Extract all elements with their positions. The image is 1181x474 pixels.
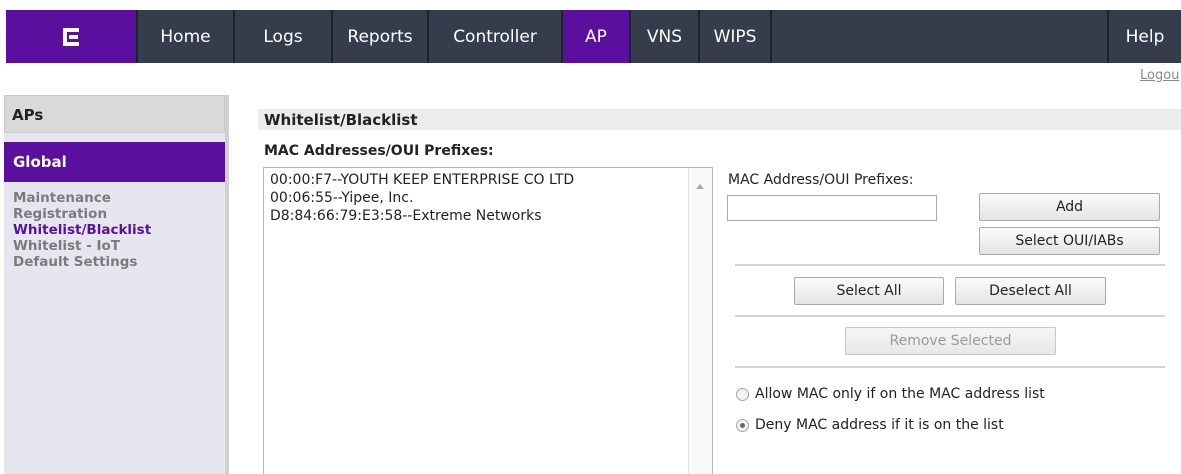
tab-wips[interactable]: WIPS [700,10,772,63]
divider [735,315,1165,317]
top-nav-bar: Home Logs Reports Controller AP VNS WIPS… [6,10,1181,63]
tab-home[interactable]: Home [138,10,235,63]
deny-mac-label: Deny MAC address if it is on the list [755,417,1004,433]
list-item[interactable]: 00:06:55--Yipee, Inc. [270,189,712,207]
sidebar-item-maintenance[interactable]: Maintenance [13,190,225,206]
tab-reports[interactable]: Reports [333,10,429,63]
sidebar-header: APs [4,95,225,133]
tab-ap[interactable]: AP [563,10,631,63]
list-item[interactable]: 00:00:F7--YOUTH KEEP ENTERPRISE CO LTD [270,171,712,189]
allow-mac-label: Allow MAC only if on the MAC address lis… [755,386,1045,402]
deny-mac-radio[interactable] [736,418,749,432]
divider [735,264,1165,266]
sidebar-section-global[interactable]: Global [4,142,225,182]
tab-controller[interactable]: Controller [429,10,563,63]
page-title: Whitelist/Blacklist [258,109,1181,130]
extreme-logo-icon [63,27,79,46]
select-all-button[interactable]: Select All [794,277,944,305]
mac-input-label: MAC Address/OUI Prefixes: [728,172,914,188]
allow-mac-option[interactable]: Allow MAC only if on the MAC address lis… [736,386,1045,402]
deselect-all-button[interactable]: Deselect All [955,277,1106,305]
sidebar-item-whitelist-iot[interactable]: Whitelist - IoT [13,238,225,254]
logout-link[interactable]: Logou [1140,68,1179,83]
list-scrollbar[interactable] [688,168,712,474]
sidebar-item-whitelist-blacklist[interactable]: Whitelist/Blacklist [13,222,225,238]
tab-logs[interactable]: Logs [235,10,333,63]
scroll-up-arrow-icon[interactable] [696,184,704,189]
sidebar: APs Global Maintenance Registration Whit… [4,95,229,474]
mac-address-list[interactable]: 00:00:F7--YOUTH KEEP ENTERPRISE CO LTD 0… [263,167,713,474]
divider [735,366,1165,368]
sidebar-links: Maintenance Registration Whitelist/Black… [4,182,225,270]
add-button[interactable]: Add [979,193,1160,221]
nav-spacer [772,10,1109,63]
sidebar-item-default-settings[interactable]: Default Settings [13,254,225,270]
mac-list-entries: 00:00:F7--YOUTH KEEP ENTERPRISE CO LTD 0… [264,168,712,225]
deny-mac-option[interactable]: Deny MAC address if it is on the list [736,417,1004,433]
extreme-logo[interactable] [6,10,138,63]
sidebar-item-registration[interactable]: Registration [13,206,225,222]
list-item[interactable]: D8:84:66:79:E3:58--Extreme Networks [270,207,712,225]
select-oui-iabs-button[interactable]: Select OUI/IABs [979,227,1160,255]
remove-selected-button[interactable]: Remove Selected [845,327,1056,355]
allow-mac-radio[interactable] [736,387,749,401]
tab-vns[interactable]: VNS [631,10,700,63]
tab-help[interactable]: Help [1109,10,1181,63]
mac-list-caption: MAC Addresses/OUI Prefixes: [264,143,494,159]
mac-address-input[interactable] [727,195,937,221]
